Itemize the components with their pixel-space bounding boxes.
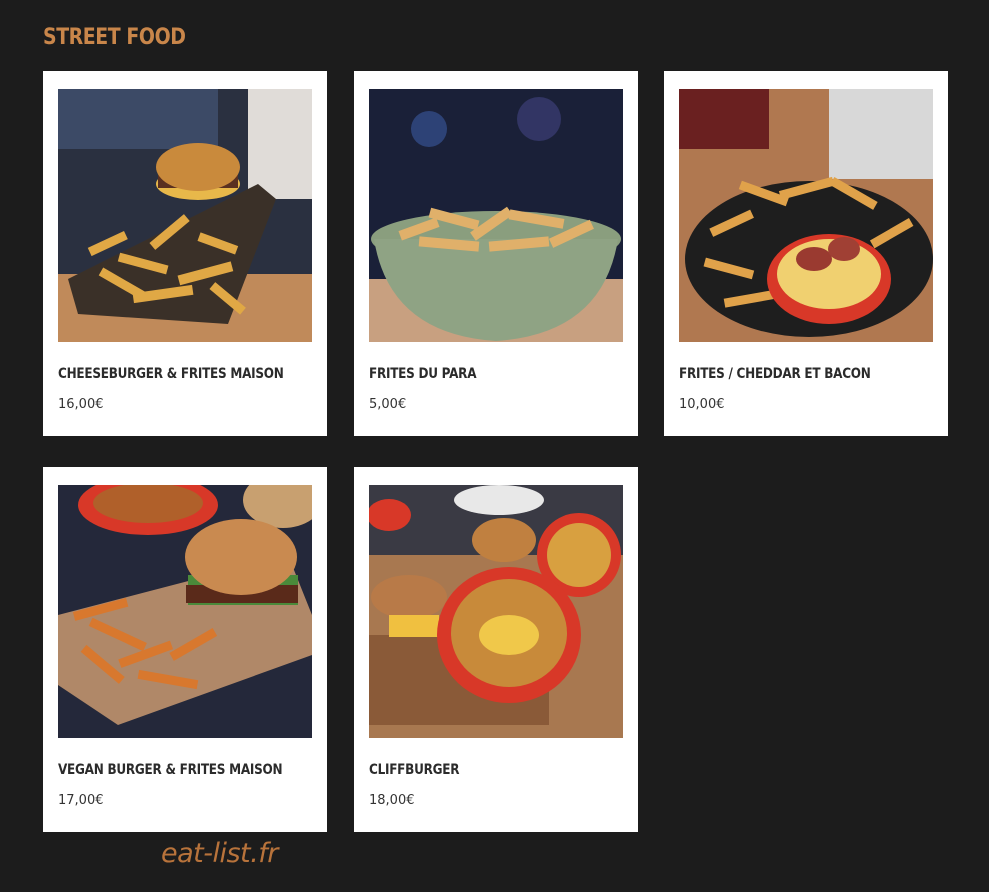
menu-item-name: VEGAN BURGER & FRITES MAISON <box>58 762 283 778</box>
menu-item-card[interactable]: VEGAN BURGER & FRITES MAISON 17,00€ <box>43 467 327 832</box>
cliffburger-photo[interactable] <box>369 485 623 738</box>
fries-bowl-photo[interactable] <box>369 89 623 342</box>
menu-item-name: FRITES / CHEDDAR ET BACON <box>679 366 871 382</box>
menu-item-price: 10,00€ <box>679 397 725 412</box>
vegan-burger-photo[interactable] <box>58 485 312 738</box>
menu-item-price: 18,00€ <box>369 793 415 808</box>
menu-item-name: FRITES DU PARA <box>369 366 477 382</box>
watermark: eat-list.fr <box>161 838 278 869</box>
menu-item-price: 17,00€ <box>58 793 104 808</box>
menu-item-card[interactable]: CLIFFBURGER 18,00€ <box>354 467 638 832</box>
menu-item-card[interactable]: FRITES / CHEDDAR ET BACON 10,00€ <box>664 71 948 436</box>
menu-item-name: CHEESEBURGER & FRITES MAISON <box>58 366 284 382</box>
menu-item-card[interactable]: FRITES DU PARA 5,00€ <box>354 71 638 436</box>
menu-item-price: 16,00€ <box>58 397 104 412</box>
section-title: STREET FOOD <box>43 25 186 50</box>
cheddar-bacon-fries-photo[interactable] <box>679 89 933 342</box>
menu-item-price: 5,00€ <box>369 397 407 412</box>
burger-fries-photo[interactable] <box>58 89 312 342</box>
menu-item-name: CLIFFBURGER <box>369 762 460 778</box>
menu-item-card[interactable]: CHEESEBURGER & FRITES MAISON 16,00€ <box>43 71 327 436</box>
